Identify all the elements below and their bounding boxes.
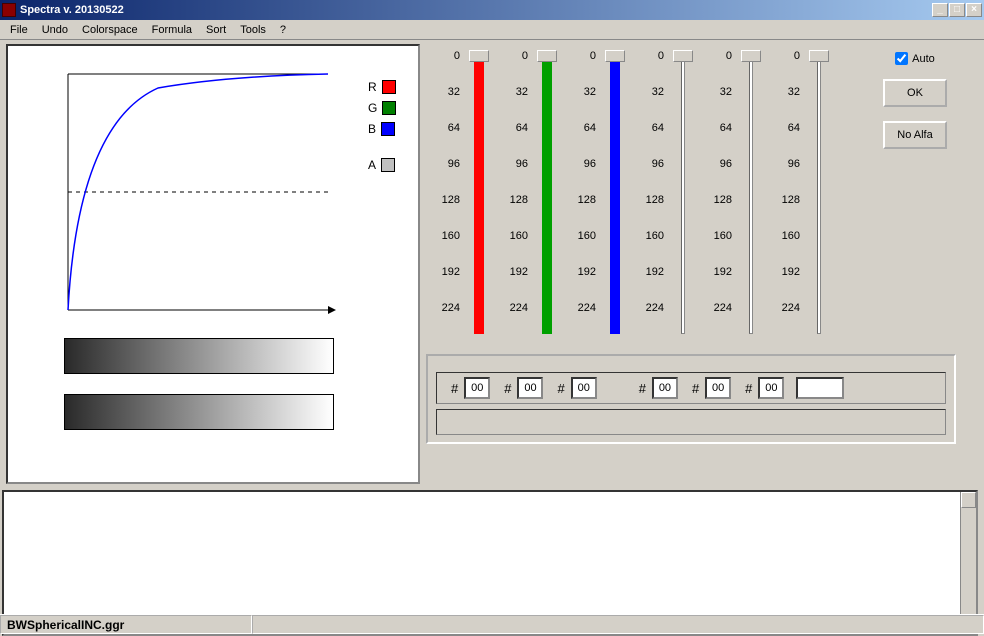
menu-formula[interactable]: Formula xyxy=(146,22,198,38)
hash-input-5[interactable]: 00 xyxy=(758,377,784,399)
slider-extra2[interactable] xyxy=(736,48,766,338)
auto-label: Auto xyxy=(912,53,935,65)
slider-r-thumb[interactable] xyxy=(469,50,489,62)
right-controls: Auto OK No Alfa xyxy=(870,52,960,149)
ok-button[interactable]: OK xyxy=(883,79,947,107)
auto-checkbox[interactable] xyxy=(895,52,908,65)
hash-label-5: # xyxy=(735,381,754,396)
hash-label-1: # xyxy=(494,381,513,396)
swatch-a xyxy=(381,158,395,172)
titlebar[interactable]: Spectra v. 20130522 _ □ × xyxy=(0,0,984,20)
tick-col-4: 0326496128160192224 xyxy=(698,44,736,344)
menubar: File Undo Colorspace Formula Sort Tools … xyxy=(0,20,984,40)
no-alfa-button[interactable]: No Alfa xyxy=(883,121,947,149)
menu-tools[interactable]: Tools xyxy=(234,22,272,38)
legend: R G B A xyxy=(368,80,396,172)
gradient-preview-1 xyxy=(64,338,334,374)
hash-label-4: # xyxy=(682,381,701,396)
swatch-r xyxy=(382,80,396,94)
sliders-panel: 0326496128160192224 0326496128160192224 … xyxy=(426,44,966,484)
legend-a-label: A xyxy=(368,158,376,172)
status-filename: BWSphericalINC.ggr xyxy=(0,615,252,634)
swatch-b xyxy=(381,122,395,136)
main-area: R G B A 0326496128160192224 xyxy=(0,40,984,596)
tick-col-0: 0326496128160192224 xyxy=(426,44,464,344)
menu-colorspace[interactable]: Colorspace xyxy=(76,22,144,38)
slider-extra1[interactable] xyxy=(668,48,698,338)
swatch-g xyxy=(382,101,396,115)
gradient-preview-2 xyxy=(64,394,334,430)
slider-r[interactable] xyxy=(464,48,494,338)
slider-b-thumb[interactable] xyxy=(605,50,625,62)
slider-extra3[interactable] xyxy=(804,48,834,338)
slider-g-thumb[interactable] xyxy=(537,50,557,62)
auto-checkbox-row[interactable]: Auto xyxy=(895,52,935,65)
slider-extra2-thumb[interactable] xyxy=(741,50,761,62)
close-button[interactable]: × xyxy=(966,3,982,17)
legend-g[interactable]: G xyxy=(368,101,396,115)
hash-input-1[interactable]: 00 xyxy=(517,377,543,399)
slider-extra3-thumb[interactable] xyxy=(809,50,829,62)
tick-col-2: 0326496128160192224 xyxy=(562,44,600,344)
slider-extra1-thumb[interactable] xyxy=(673,50,693,62)
hash-row: # 00 # 00 # 00 # 00 # 00 # 00 xyxy=(436,372,946,404)
hash-label-2: # xyxy=(547,381,566,396)
curve-plot xyxy=(58,64,336,320)
hash-label-3: # xyxy=(629,381,648,396)
slider-b[interactable] xyxy=(600,48,630,338)
menu-undo[interactable]: Undo xyxy=(36,22,74,38)
legend-r[interactable]: R xyxy=(368,80,396,94)
hash-label-0: # xyxy=(441,381,460,396)
menu-file[interactable]: File xyxy=(4,22,34,38)
hash-input-0[interactable]: 00 xyxy=(464,377,490,399)
hash-panel: # 00 # 00 # 00 # 00 # 00 # 00 xyxy=(426,354,956,444)
hash-status-strip xyxy=(436,409,946,435)
legend-g-label: G xyxy=(368,101,377,115)
legend-b[interactable]: B xyxy=(368,122,396,136)
slider-g[interactable] xyxy=(532,48,562,338)
legend-b-label: B xyxy=(368,122,376,136)
legend-r-label: R xyxy=(368,80,377,94)
statusbar: BWSphericalINC.ggr xyxy=(0,614,984,634)
left-panel: R G B A xyxy=(6,44,420,484)
color-preview xyxy=(796,377,844,399)
hash-input-3[interactable]: 00 xyxy=(652,377,678,399)
tick-col-5: 0326496128160192224 xyxy=(766,44,804,344)
tick-col-3: 0326496128160192224 xyxy=(630,44,668,344)
status-rest xyxy=(252,615,984,634)
textarea-scroll-thumb[interactable] xyxy=(961,492,976,508)
textarea-scrollbar[interactable] xyxy=(960,492,976,634)
hash-input-4[interactable]: 00 xyxy=(705,377,731,399)
hash-input-2[interactable]: 00 xyxy=(571,377,597,399)
tick-col-1: 0326496128160192224 xyxy=(494,44,532,344)
minimize-button[interactable]: _ xyxy=(932,3,948,17)
slider-area: 0326496128160192224 0326496128160192224 … xyxy=(426,44,866,344)
legend-a[interactable]: A xyxy=(368,158,396,172)
menu-sort[interactable]: Sort xyxy=(200,22,232,38)
app-icon xyxy=(2,3,16,17)
maximize-button[interactable]: □ xyxy=(949,3,965,17)
menu-help[interactable]: ? xyxy=(274,22,292,38)
window-title: Spectra v. 20130522 xyxy=(20,4,124,16)
